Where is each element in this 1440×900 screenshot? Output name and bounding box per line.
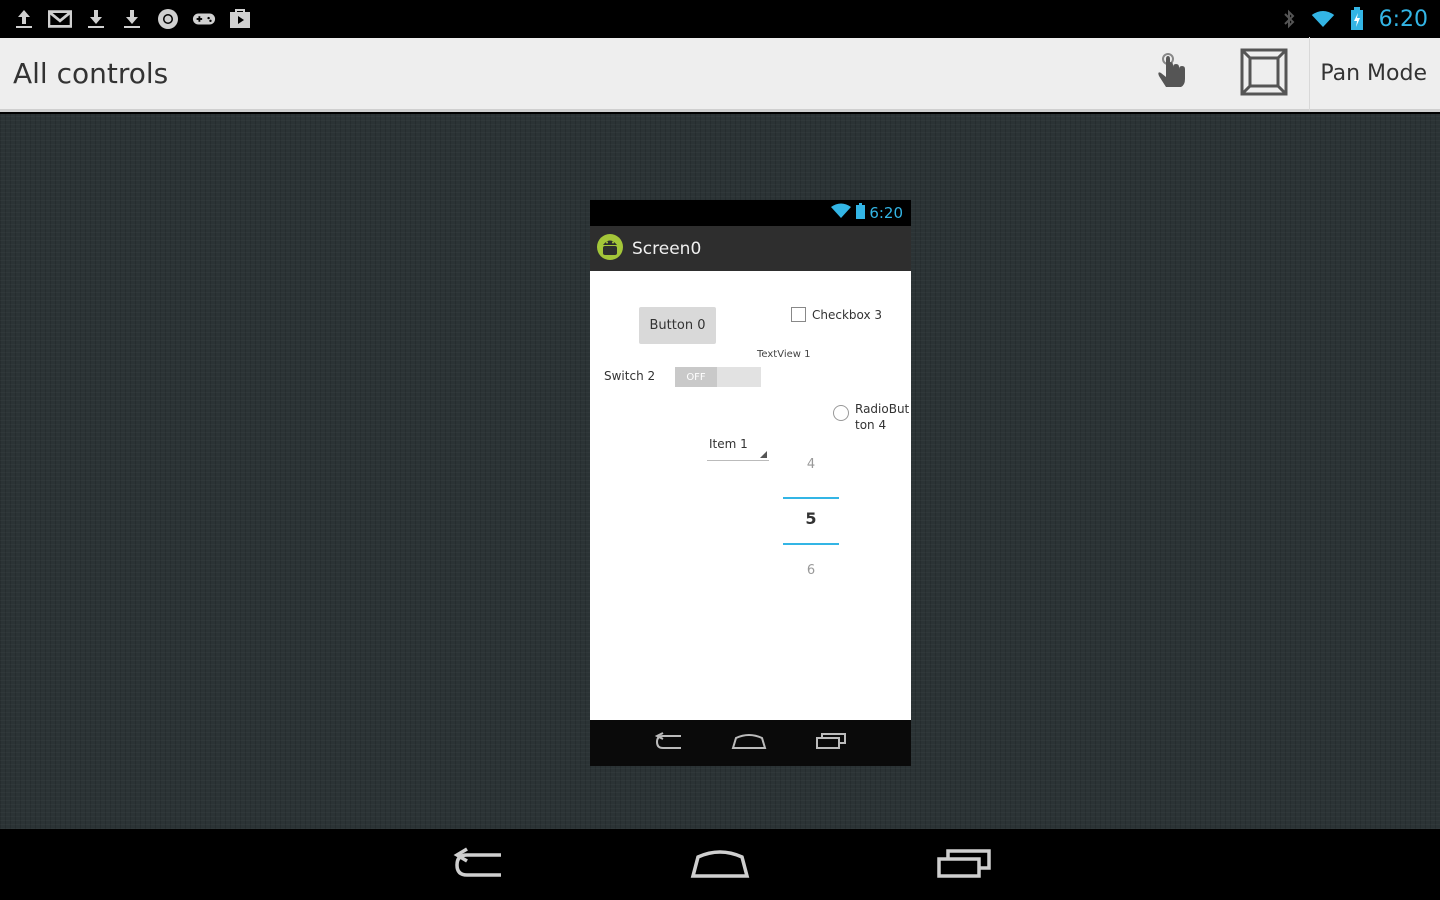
page-title: All controls [13,57,169,90]
preview-content: Button 0 Checkbox 3 TextView 1 Switch 2 … [590,271,911,720]
spinner-value: Item 1 [709,437,748,451]
widget-button[interactable]: Button 0 [639,307,716,344]
back-button[interactable] [448,845,508,885]
widget-spinner[interactable]: Item 1 [707,437,769,461]
battery-icon [856,203,866,223]
status-bar: 6:20 [0,0,1440,38]
picker-current-value[interactable]: 5 [783,509,839,528]
radio-circle[interactable] [833,405,849,421]
picker-next-value[interactable]: 6 [783,563,839,578]
back-icon [654,732,684,754]
widget-checkbox[interactable]: Checkbox 3 [791,307,882,322]
back-icon [451,847,505,883]
touch-hand-icon [1151,51,1191,97]
recents-button[interactable] [934,845,994,885]
picker-prev-value[interactable]: 4 [783,457,839,472]
download-icon [120,7,144,31]
switch-thumb: OFF [675,367,717,387]
preview-title-bar: Screen0 [590,226,911,271]
preview-status-bar: 6:20 [590,200,911,226]
widget-radiobutton[interactable]: RadioButton 4 [833,401,911,433]
widget-number-picker[interactable]: 4 5 6 [783,457,839,585]
recents-icon [815,732,847,754]
download-icon [84,7,108,31]
battery-icon [1345,7,1369,31]
widget-textview[interactable]: TextView 1 [757,349,811,360]
preview-nav-bar [590,720,911,766]
recents-icon [936,847,992,883]
touch-mode-button[interactable] [1124,37,1218,111]
home-button[interactable] [690,845,750,885]
preview-screen-title: Screen0 [632,238,702,259]
frame-bounds-icon [1240,48,1288,100]
phone-preview: 6:20 Screen0 Button 0 Checkbox 3 TextVie… [590,200,911,766]
play-store-icon [228,7,252,31]
switch-label: Switch 2 [604,369,656,383]
gamepad-icon [192,7,216,31]
checkbox-box[interactable] [791,307,806,322]
gmail-icon [48,7,72,31]
picker-divider-bottom [783,543,839,545]
home-icon [690,847,750,883]
system-icons: 6:20 [1277,7,1428,32]
preview-status-time: 6:20 [869,204,903,222]
home-icon [731,732,767,754]
widget-switch[interactable]: OFF [675,367,761,387]
fit-frame-button[interactable] [1218,36,1311,111]
pan-mode-button[interactable]: Pan Mode [1310,37,1440,111]
spinner-dropdown-icon [760,451,767,458]
action-bar: All controls Pan Mode [0,36,1440,112]
checkbox-label: Checkbox 3 [812,307,883,322]
upload-icon [12,7,36,31]
radio-label: RadioButton 4 [855,402,910,432]
wifi-icon [830,203,852,223]
bluetooth-icon [1277,7,1301,31]
system-nav-bar [0,829,1440,900]
wifi-icon [1311,7,1335,31]
chrome-icon [156,7,180,31]
android-app-icon [596,232,624,266]
design-canvas[interactable]: 6:20 Screen0 Button 0 Checkbox 3 TextVie… [0,114,1440,829]
picker-divider-top [783,497,839,499]
notification-icons [12,7,252,31]
status-time: 6:20 [1378,6,1428,32]
